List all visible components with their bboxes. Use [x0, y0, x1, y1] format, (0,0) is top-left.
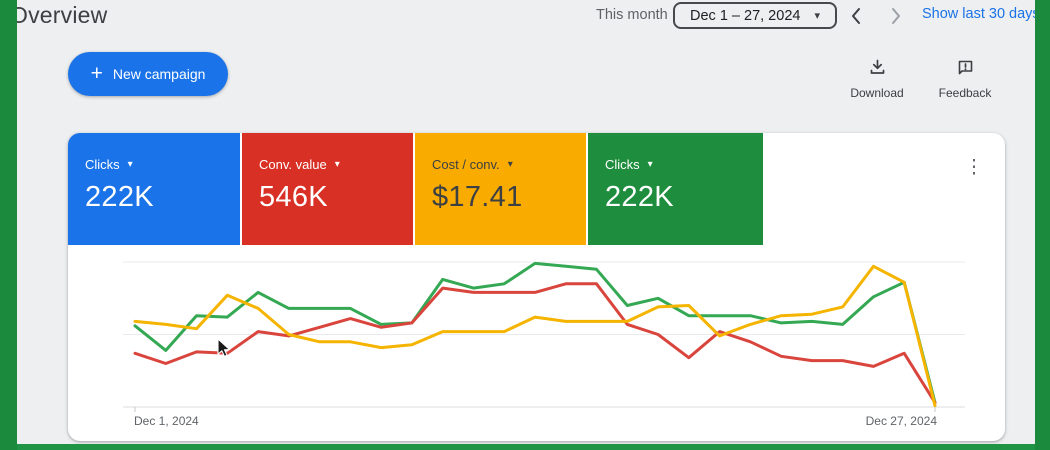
page-background: Overview This month Dec 1 – 27, 2024 ▾ S…	[0, 0, 1050, 450]
download-button[interactable]: Download	[842, 58, 912, 100]
previous-period-button[interactable]	[846, 5, 868, 27]
mouse-cursor	[217, 338, 235, 360]
x-axis-end-label: Dec 27, 2024	[866, 414, 937, 428]
show-last-30-days-link[interactable]: Show last 30 days	[922, 6, 1040, 22]
date-range-value: Dec 1 – 27, 2024	[690, 8, 800, 24]
chevron-down-icon: ▾	[814, 9, 820, 22]
overview-chart-card: Clicks ▾ 222K Conv. value ▾ 546K Cost / …	[68, 133, 1005, 441]
period-label: This month	[596, 7, 668, 23]
chevron-left-icon	[846, 5, 868, 27]
download-icon	[868, 58, 887, 82]
date-range-selector[interactable]: Dec 1 – 27, 2024 ▾	[673, 2, 837, 29]
download-label: Download	[842, 86, 912, 100]
feedback-icon	[956, 58, 975, 82]
page-title: Overview	[10, 2, 107, 29]
new-campaign-label: New campaign	[113, 66, 206, 82]
gif-frame-left	[0, 0, 17, 450]
next-period-button[interactable]	[884, 5, 906, 27]
plus-icon: +	[91, 63, 103, 84]
new-campaign-button[interactable]: + New campaign	[68, 52, 228, 96]
chevron-right-icon	[884, 5, 906, 27]
gif-frame-right	[1035, 0, 1050, 450]
performance-line-chart	[68, 133, 1005, 441]
feedback-button[interactable]: Feedback	[930, 58, 1000, 100]
gif-frame-bottom	[0, 444, 1050, 450]
card-overflow-menu-button[interactable]: ⋮	[963, 155, 985, 183]
x-axis-start-label: Dec 1, 2024	[134, 414, 199, 428]
feedback-label: Feedback	[930, 86, 1000, 100]
